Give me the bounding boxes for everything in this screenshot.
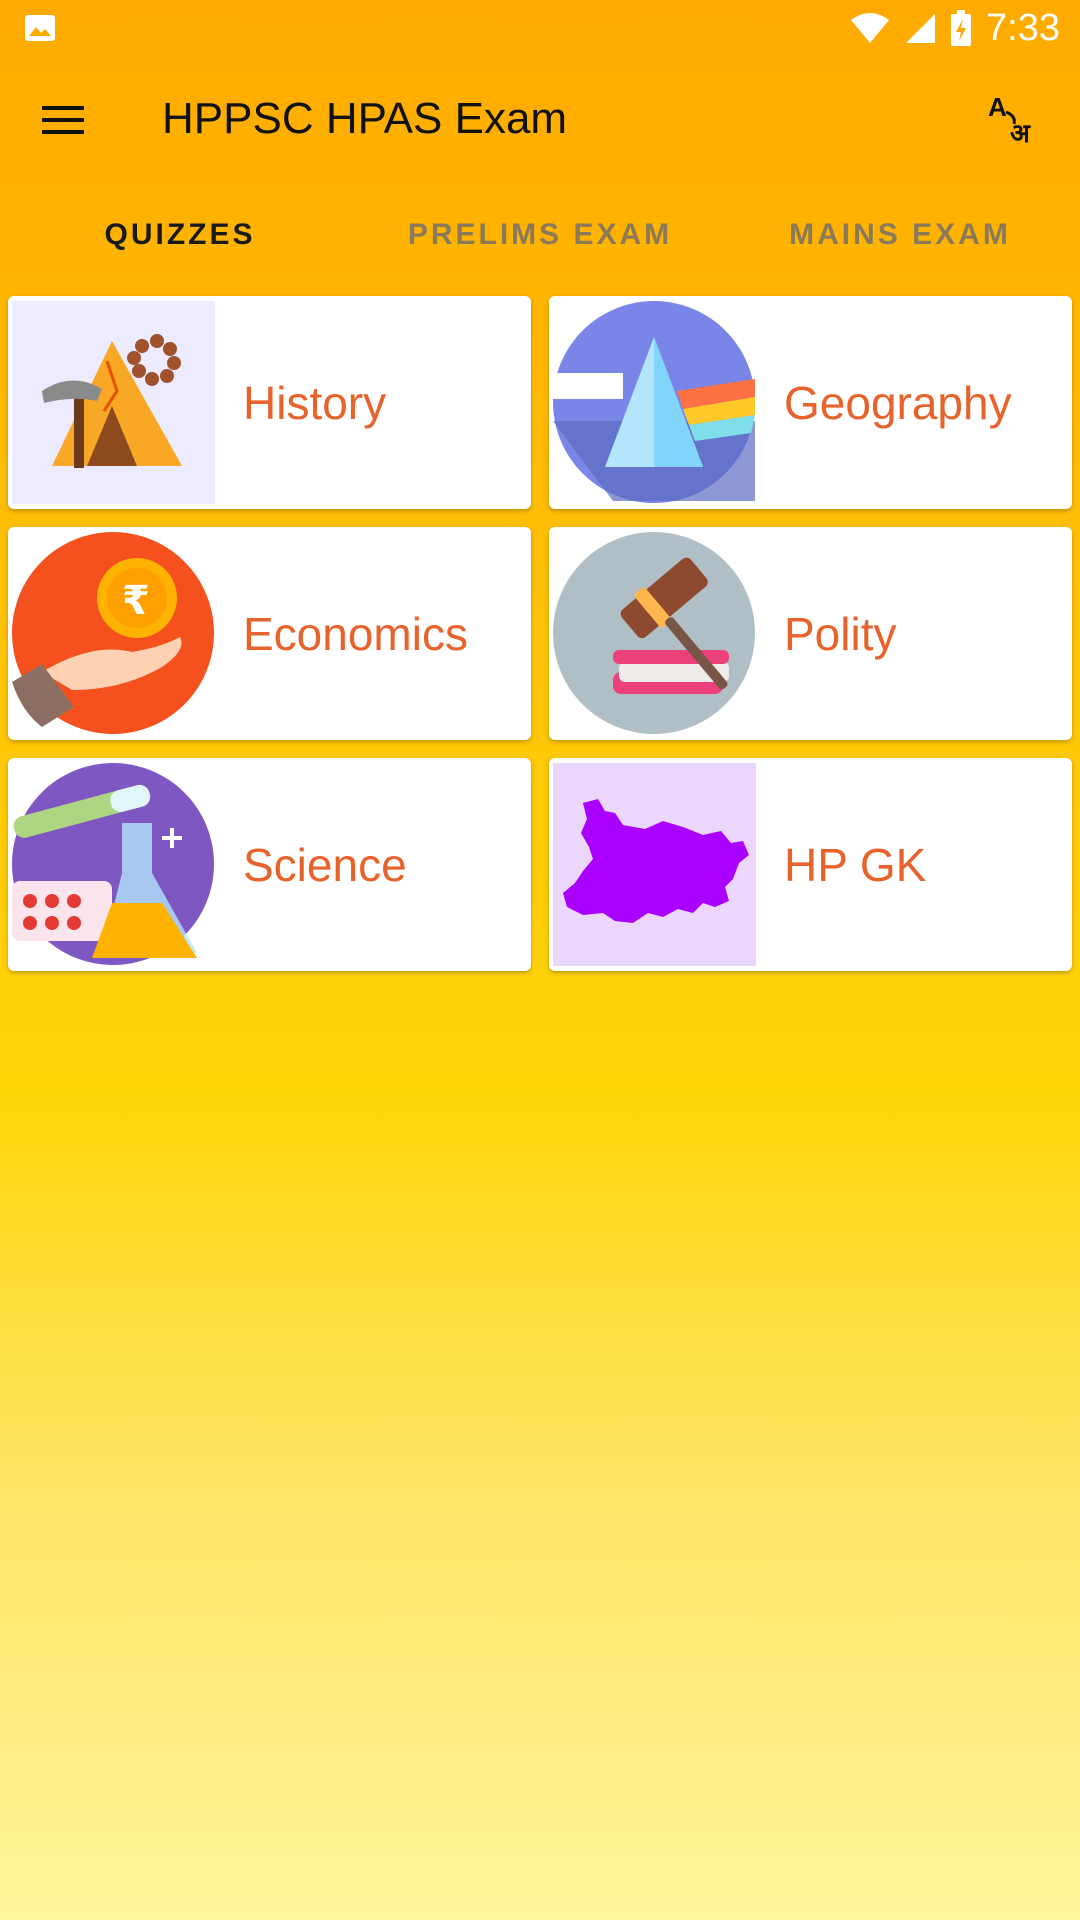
category-label: HP GK (784, 838, 927, 891)
hamburger-icon (42, 106, 84, 134)
status-bar: 7:33 (0, 0, 1080, 56)
category-label: Geography (784, 376, 1012, 429)
science-icon (12, 763, 215, 966)
polity-icon (553, 532, 756, 735)
wifi-icon (851, 13, 890, 43)
tab-prelims-exam[interactable]: PRELIMS EXAM (360, 180, 720, 290)
category-label: History (243, 376, 387, 429)
category-card-polity[interactable]: Polity (549, 527, 1072, 740)
tab-quizzes[interactable]: QUIZZES (0, 180, 360, 290)
translate-icon: A अ (988, 92, 1031, 149)
svg-text:₹: ₹ (122, 578, 150, 624)
category-label: Science (243, 838, 407, 891)
menu-button[interactable] (38, 100, 88, 140)
economics-icon: ₹ (12, 532, 215, 735)
tab-bar: QUIZZES PRELIMS EXAM MAINS EXAM (0, 180, 1080, 290)
svg-text:A: A (988, 92, 1007, 122)
category-label: Polity (784, 607, 897, 660)
tab-mains-exam[interactable]: MAINS EXAM (720, 180, 1080, 290)
category-card-hp-gk[interactable]: HP GK (549, 758, 1072, 971)
category-card-history[interactable]: History (8, 296, 531, 509)
page-title: HPPSC HPAS Exam (162, 94, 568, 143)
category-card-economics[interactable]: ₹ Economics (8, 527, 531, 740)
category-label: Economics (243, 607, 468, 660)
status-time: 7:33 (986, 6, 1060, 49)
image-notification-icon (25, 15, 55, 41)
geography-icon (553, 301, 756, 504)
category-grid: History Geography ₹ Economics Polity Sci… (8, 296, 1072, 971)
hp-gk-icon (553, 763, 756, 966)
battery-icon (951, 10, 972, 46)
signal-icon (906, 14, 936, 43)
svg-text:अ: अ (1010, 119, 1031, 146)
app-toolbar: HPPSC HPAS Exam A अ (0, 56, 1080, 180)
translate-button[interactable]: A अ (986, 90, 1042, 149)
category-card-science[interactable]: Science (8, 758, 531, 971)
history-icon (12, 301, 215, 504)
category-card-geography[interactable]: Geography (549, 296, 1072, 509)
